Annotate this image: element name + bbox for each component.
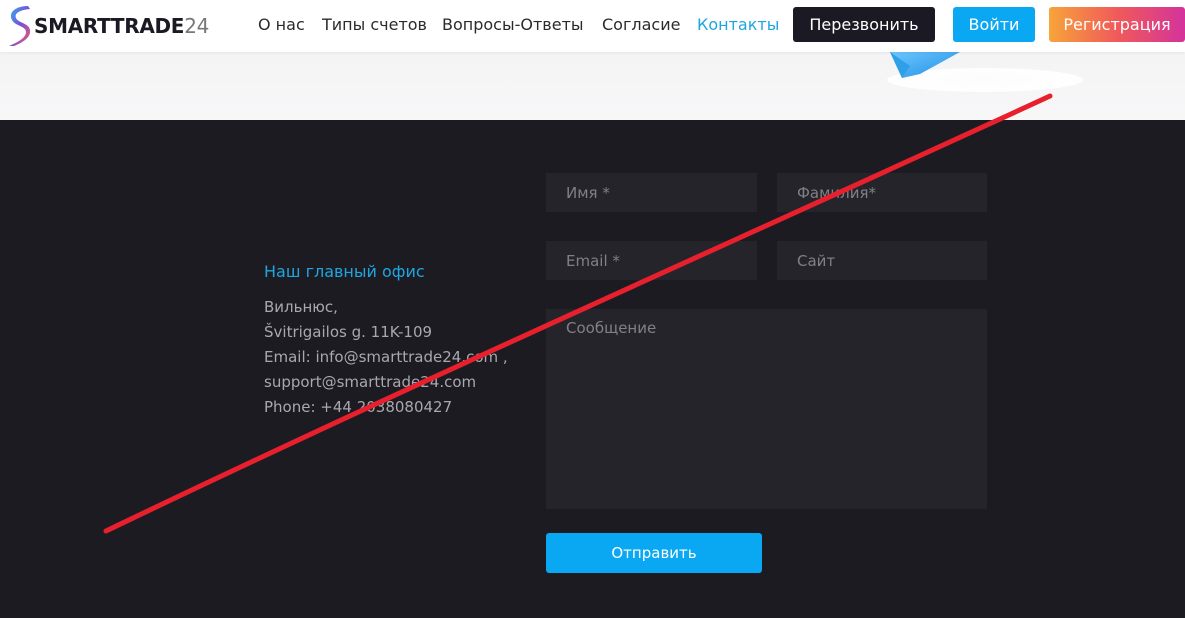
callback-button[interactable]: Перезвонить — [793, 7, 935, 42]
office-support-email: support@smarttrade24.com — [264, 373, 477, 391]
logo-number: 24 — [184, 14, 210, 38]
office-title: Наш главный офис — [264, 262, 425, 281]
nav-faq[interactable]: Вопросы-Ответы — [442, 15, 584, 34]
logo[interactable]: SMARTTRADE24 — [6, 0, 209, 52]
first-name-input[interactable] — [546, 173, 757, 212]
login-button[interactable]: Войти — [953, 7, 1035, 42]
site-input[interactable] — [777, 241, 987, 280]
nav-account-types[interactable]: Типы счетов — [322, 15, 427, 34]
email-input[interactable] — [546, 241, 757, 280]
logo-mark-icon — [9, 6, 31, 46]
office-city: Вильнюс, — [264, 298, 338, 316]
office-address: Švitrigailos g. 11K-109 — [264, 323, 433, 341]
nav-about[interactable]: О нас — [258, 15, 305, 34]
register-button[interactable]: Регистрация — [1049, 7, 1185, 42]
logo-text: SMARTTRADE — [34, 14, 185, 38]
office-email: Email: info@smarttrade24.com , — [264, 348, 508, 366]
paper-plane-icon — [885, 52, 1085, 96]
message-textarea[interactable] — [546, 309, 987, 509]
last-name-input[interactable] — [777, 173, 987, 212]
submit-button[interactable]: Отправить — [546, 533, 762, 573]
site-header: SMARTTRADE24 О нас Типы счетов Вопросы-О… — [0, 0, 1185, 52]
nav-contacts[interactable]: Контакты — [697, 15, 779, 34]
office-phone: Phone: +44 2038080427 — [264, 398, 453, 416]
nav-consent[interactable]: Согласие — [602, 15, 680, 34]
